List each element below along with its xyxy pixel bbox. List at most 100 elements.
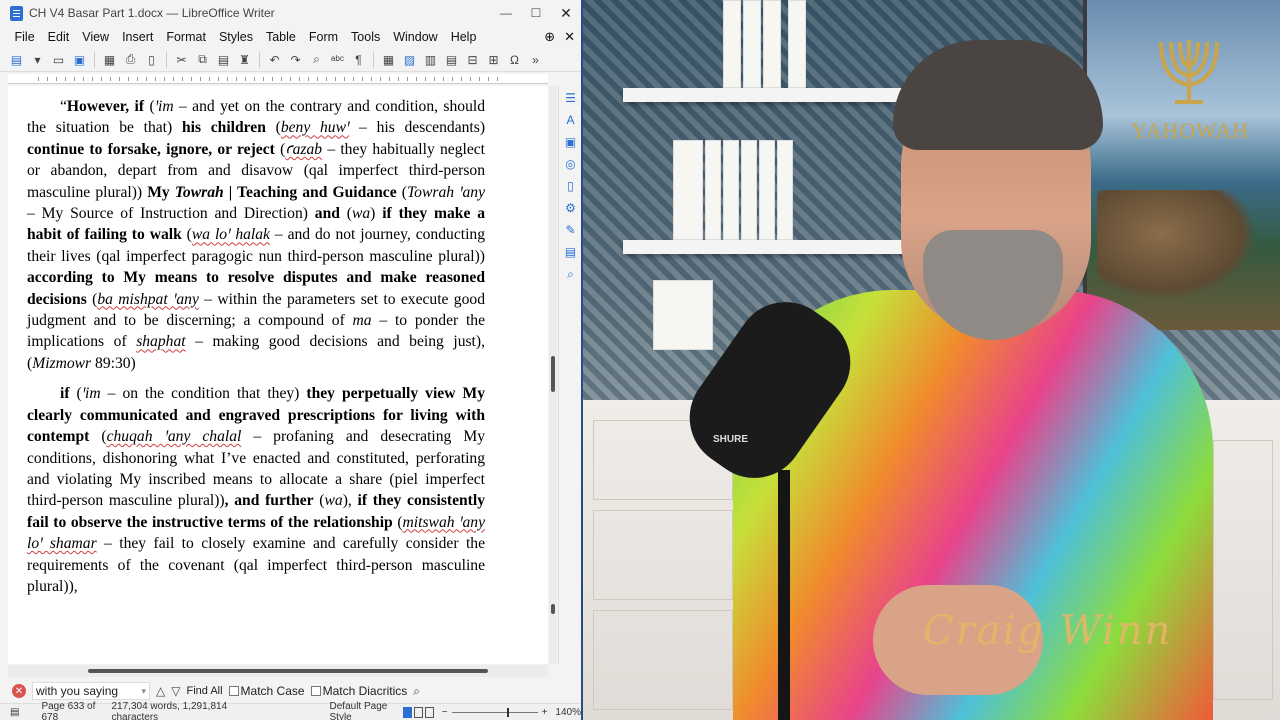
save-icon[interactable]: ▣ (71, 51, 88, 68)
insert-image-icon[interactable]: ▨ (401, 51, 418, 68)
export-pdf-icon[interactable]: ▦ (101, 51, 118, 68)
cabinet-drawer (593, 610, 733, 710)
horizontal-scrollbar[interactable] (8, 665, 548, 677)
menu-bar: File Edit View Insert Format Styles Tabl… (0, 26, 581, 48)
signature-watermark: Craig Winn (923, 608, 1173, 654)
page-icon[interactable]: ▯ (563, 178, 579, 194)
page-count[interactable]: Page 633 of 678 (41, 701, 97, 720)
insert-field-icon[interactable]: ⊞ (485, 51, 502, 68)
find-toolbar: ✕ with you saying ▾ △ ▽ Find All Match C… (0, 680, 581, 702)
zoom-in-button[interactable]: + (542, 707, 548, 718)
insert-chart-icon[interactable]: ▥ (422, 51, 439, 68)
standard-toolbar: ▤ ▾ ▭ ▣ ▦ ⎙ ▯ ✂ ⧉ ▤ ♜ ↶ ↷ ⌕ ᵃᵇᶜ ¶ ▦ ▨ ▥ … (0, 48, 581, 72)
menu-table[interactable]: Table (259, 30, 302, 44)
horizontal-scroll-thumb[interactable] (88, 669, 488, 673)
close-document-icon[interactable]: ✕ (564, 29, 575, 45)
vertical-scroll-thumb[interactable] (551, 356, 555, 392)
status-bar: ▤ Page 633 of 678 217,304 words, 1,291,8… (0, 701, 581, 720)
toolbar-separator (166, 51, 167, 68)
menu-help[interactable]: Help (444, 30, 483, 44)
match-case-label: Match Case (240, 684, 305, 698)
window-title: CH V4 Basar Part 1.docx — LibreOffice Wr… (29, 6, 275, 20)
menu-styles[interactable]: Styles (212, 30, 259, 44)
find-sidebar-icon[interactable]: ⌕ (563, 266, 579, 282)
menu-window[interactable]: Window (387, 30, 444, 44)
page-style[interactable]: Default Page Style (330, 701, 393, 720)
globe-icon[interactable]: ⊕ (544, 29, 555, 45)
insert-textbox-icon[interactable]: ▤ (443, 51, 460, 68)
cut-icon[interactable]: ✂ (173, 51, 190, 68)
find-next-icon[interactable]: ▽ (171, 684, 180, 698)
document-page[interactable]: “However, if (ꞌim – and yet on the contr… (8, 86, 548, 664)
single-page-view-icon[interactable] (402, 706, 412, 718)
more-tools-icon[interactable]: » (527, 51, 544, 68)
new-document-icon[interactable]: ▤ (8, 51, 25, 68)
find-replace-dialog-icon[interactable]: ⌕ (413, 684, 420, 699)
undo-icon[interactable]: ↶ (266, 51, 283, 68)
menu-view[interactable]: View (76, 30, 116, 44)
title-bar: CH V4 Basar Part 1.docx — LibreOffice Wr… (0, 0, 581, 26)
close-findbar-icon[interactable]: ✕ (12, 684, 26, 698)
find-previous-icon[interactable]: △ (156, 684, 165, 698)
zoom-percentage[interactable]: 140% (555, 707, 581, 718)
zoom-track[interactable] (451, 707, 538, 717)
menu-format[interactable]: Format (160, 30, 213, 44)
menu-file[interactable]: File (8, 30, 41, 44)
navigator-icon[interactable]: ◎ (563, 156, 579, 172)
page-break-icon[interactable]: ⊟ (464, 51, 481, 68)
menu-form[interactable]: Form (302, 30, 344, 44)
redo-icon[interactable]: ↷ (287, 51, 304, 68)
design-icon[interactable]: ▤ (563, 244, 579, 260)
writer-window: CH V4 Basar Part 1.docx — LibreOffice Wr… (0, 0, 583, 720)
vertical-scrollbar[interactable] (549, 86, 557, 664)
spellcheck-icon[interactable]: ᵃᵇᶜ (329, 51, 346, 68)
manage-changes-icon[interactable]: ✎ (563, 222, 579, 238)
paragraph-1: “However, if (ꞌim – and yet on the contr… (27, 98, 486, 372)
word-count[interactable]: 217,304 words, 1,291,814 characters (111, 701, 237, 720)
logo-text: YAHOWAH (1131, 118, 1250, 143)
match-case-checkbox[interactable]: Match Case (228, 684, 305, 698)
book (759, 140, 775, 240)
paste-icon[interactable]: ▤ (215, 51, 232, 68)
toolbar-separator (373, 51, 374, 68)
style-inspector-icon[interactable]: ⚙ (563, 200, 579, 216)
find-all-button[interactable]: Find All (186, 685, 222, 697)
menu-insert[interactable]: Insert (116, 30, 160, 44)
dropdown-arrow-icon[interactable]: ▾ (29, 51, 46, 68)
multi-page-view-icon[interactable] (413, 706, 423, 718)
properties-icon[interactable]: ☰ (563, 90, 579, 106)
find-replace-icon[interactable]: ⌕ (308, 51, 325, 68)
microphone-brand: SHURE (713, 434, 749, 445)
print-icon[interactable]: ⎙ (122, 51, 139, 68)
print-preview-icon[interactable]: ▯ (143, 51, 160, 68)
match-diacritics-checkbox[interactable]: Match Diacritics (310, 684, 407, 698)
ruler-ticks (38, 77, 500, 81)
special-character-icon[interactable]: Ω (506, 51, 523, 68)
book (788, 0, 806, 88)
book-view-icon[interactable] (424, 706, 434, 718)
close-button[interactable]: ✕ (551, 0, 581, 26)
clone-formatting-icon[interactable]: ♜ (236, 51, 253, 68)
cabinet-drawer (593, 510, 733, 600)
open-folder-icon[interactable]: ▭ (50, 51, 67, 68)
search-history-dropdown-icon[interactable]: ▾ (141, 686, 149, 697)
horizontal-ruler[interactable] (8, 74, 548, 84)
gallery-icon[interactable]: ▣ (563, 134, 579, 150)
insert-table-icon[interactable]: ▦ (380, 51, 397, 68)
zoom-out-button[interactable]: − (442, 707, 448, 718)
styles-icon[interactable]: A (563, 112, 579, 128)
writer-document-icon (10, 5, 23, 21)
book-box (653, 280, 713, 350)
maximize-button[interactable]: ☐ (521, 0, 551, 26)
paragraph-2: if (ꞌim – on the condition that they) th… (27, 385, 486, 595)
zoom-slider[interactable]: − + (442, 707, 548, 718)
copy-icon[interactable]: ⧉ (194, 51, 211, 68)
page-status-icon[interactable]: ▤ (10, 707, 19, 718)
view-layout-buttons (402, 706, 434, 718)
find-search-field[interactable]: with you saying ▾ (32, 682, 150, 700)
minimize-button[interactable]: — (491, 0, 521, 26)
shelf-upper (623, 88, 933, 102)
formatting-marks-icon[interactable]: ¶ (350, 51, 367, 68)
menu-tools[interactable]: Tools (345, 30, 387, 44)
menu-edit[interactable]: Edit (41, 30, 76, 44)
